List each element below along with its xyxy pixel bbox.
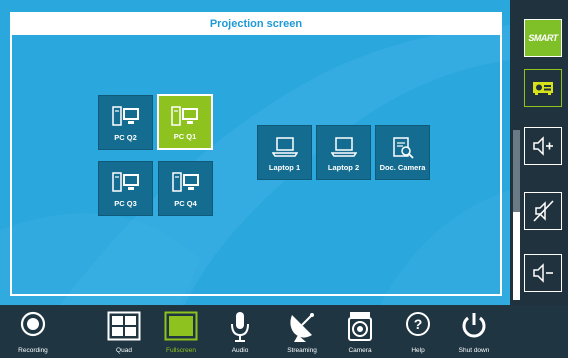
toolbar-label: Streaming [287, 347, 317, 354]
toolbar-label: Shut down [458, 347, 490, 354]
projector-button[interactable] [524, 69, 562, 107]
projection-area: Projection screen PC Q2 PC Q1 PC Q3 PC Q… [0, 0, 510, 305]
panel-title: Projection screen [12, 14, 500, 35]
quad-button[interactable]: Quad [100, 305, 148, 358]
toolbar-label: Quad [116, 347, 132, 354]
camera-icon [348, 312, 372, 341]
pc-icon [171, 172, 199, 192]
source-label: PC Q3 [114, 199, 137, 208]
laptop-icon [330, 137, 357, 157]
toolbar-label: Camera [348, 347, 372, 354]
fullscreen-layout-icon [164, 311, 198, 341]
satellite-dish-icon [290, 313, 314, 342]
bottom-toolbar: Recording Quad Fullscreen Audio Streamin… [0, 305, 568, 358]
toolbar-label: Recording [18, 347, 48, 354]
audio-button[interactable]: Audio [218, 305, 262, 358]
record-icon [20, 311, 46, 337]
source-label: PC Q1 [173, 132, 197, 141]
svg-text:?: ? [414, 316, 423, 332]
right-control-panel: SMART [510, 0, 568, 305]
toolbar-label: Help [411, 347, 425, 354]
help-icon: ? [406, 312, 430, 336]
help-button[interactable]: ? Help [398, 305, 438, 358]
source-tile-laptop-2[interactable]: Laptop 2 [316, 125, 371, 180]
mute-icon [533, 200, 554, 222]
mute-button[interactable] [524, 192, 562, 230]
source-label: PC Q4 [174, 199, 197, 208]
pc-icon [171, 106, 198, 126]
power-icon [462, 313, 486, 338]
smart-logo-button[interactable]: SMART [524, 19, 562, 57]
camera-button[interactable]: Camera [338, 305, 382, 358]
quad-layout-icon [107, 311, 141, 341]
microphone-icon [231, 312, 249, 342]
source-tile-pc-q2[interactable]: PC Q2 [98, 95, 153, 150]
volume-down-icon [533, 263, 553, 283]
source-tile-laptop-1[interactable]: Laptop 1 [257, 125, 312, 180]
source-tile-doc-camera[interactable]: Doc. Camera [375, 125, 430, 180]
smart-logo: SMART [528, 33, 558, 43]
volume-level-bar[interactable] [513, 130, 520, 300]
toolbar-label: Audio [231, 347, 249, 354]
volume-down-button[interactable] [524, 254, 562, 292]
document-camera-icon [392, 137, 414, 159]
fullscreen-button[interactable]: Fullscreen [155, 305, 207, 358]
pc-icon [111, 106, 139, 126]
source-tile-pc-q4[interactable]: PC Q4 [158, 161, 213, 216]
source-label: PC Q2 [114, 133, 137, 142]
toolbar-label: Fullscreen [166, 347, 196, 354]
pc-icon [111, 172, 139, 192]
projector-icon [533, 82, 553, 95]
shutdown-button[interactable]: Shut down [448, 305, 500, 358]
source-label: Doc. Camera [379, 163, 426, 172]
volume-up-button[interactable] [524, 127, 562, 165]
recording-button[interactable]: Recording [8, 305, 58, 358]
laptop-icon [271, 137, 298, 157]
streaming-button[interactable]: Streaming [278, 305, 326, 358]
volume-level-fill [513, 211, 520, 300]
volume-up-icon [533, 136, 553, 156]
source-tile-pc-q3[interactable]: PC Q3 [98, 161, 153, 216]
source-tile-pc-q1[interactable]: PC Q1 [157, 94, 213, 150]
source-label: Laptop 2 [327, 163, 360, 172]
source-label: Laptop 1 [268, 163, 301, 172]
